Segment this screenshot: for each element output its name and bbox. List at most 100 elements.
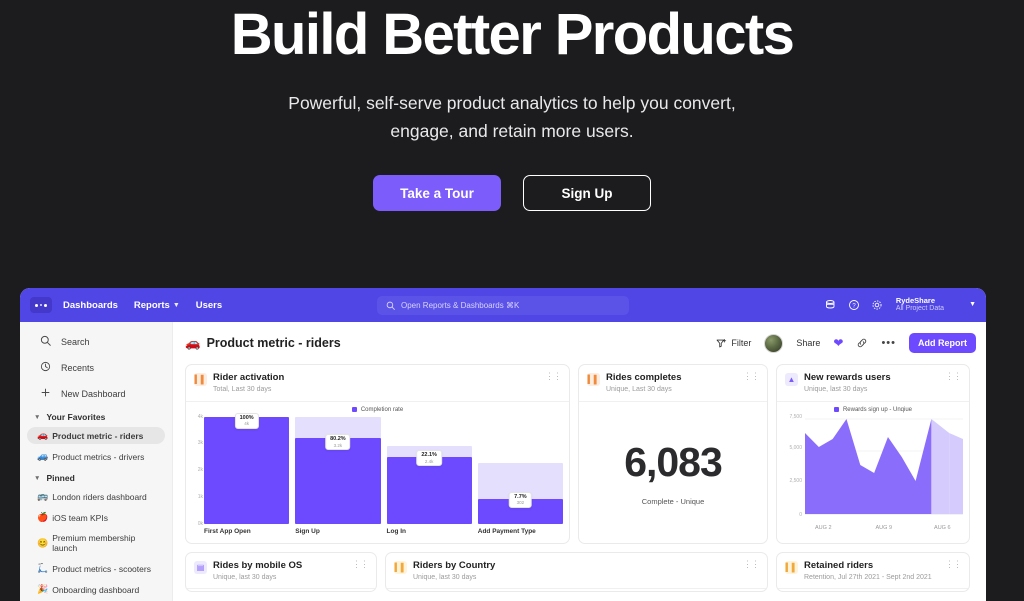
more-icon[interactable]: ••• [881,337,896,349]
app-window: Dashboards Reports ▼ Users Open Reports … [20,288,986,601]
svg-text:?: ? [852,304,856,310]
sidebar-label-product-metrics-drivers: Product metrics - drivers [52,451,145,462]
card-riders-by-country[interactable]: ▍▌ Riders by Country Unique, last 30 day… [385,551,768,592]
card-subtitle: Unique, Last 30 days [606,385,672,393]
bar-tooltip: 100% 4k [234,412,259,429]
sidebar-item-product-metric-riders[interactable]: 🚗 Product metric - riders [27,427,165,444]
bar-category-label: Sign Up [295,527,320,535]
y-tick-2: 5,000 [789,444,802,451]
chart-legend: Rewards sign up - Unqiue [777,402,969,413]
account-switcher[interactable]: RydeShare All Project Data [895,296,945,314]
area-chart: 0 2,500 5,000 7,500 AUG 2 AUG 9 AUG 6 [781,413,963,531]
gear-icon[interactable] [871,299,883,311]
y-tick-0: 0 [799,511,802,518]
bar-chart-icon: ▍▌ [785,560,798,574]
sidebar-section-pinned[interactable]: ▼ Pinned [20,473,172,483]
bar-value-pct: 80.2% [330,436,346,443]
global-search-placeholder: Open Reports & Dashboards ⌘K [401,300,520,310]
card-rides-by-mobile-os[interactable]: ▤ Rides by mobile OS Unique, last 30 day… [185,551,377,592]
bar-tooltip: 80.2% 3.2k [325,434,351,451]
bar-chart-icon: ▍▌ [394,560,407,574]
link-icon[interactable] [856,337,868,349]
area-plot [805,415,963,515]
filter-button[interactable]: Filter [716,338,751,349]
card-title: New rewards users [804,372,891,383]
bar-category-label: Log In [386,527,407,535]
global-search-input[interactable]: Open Reports & Dashboards ⌘K [377,295,629,315]
card-retained-riders[interactable]: ▍▌ Retained riders Retention, Jul 27th 2… [776,551,970,592]
avatar[interactable] [764,333,784,353]
heart-icon[interactable]: ❤ [833,336,843,350]
share-button[interactable]: Share [796,338,820,348]
account-scope: All Project Data [895,305,945,313]
card-subtitle: Unique, last 30 days [213,573,277,581]
big-metric-label: Complete - Unique [641,496,705,506]
page-title: 🚗 Product metric - riders [185,336,341,351]
drag-handle-icon[interactable]: ⋮⋮ [743,559,760,569]
take-a-tour-button[interactable]: Take a Tour [373,175,501,211]
sidebar-label-new-dashboard: New Dashboard [61,389,126,399]
funnel-chart: 4k 3k 2k 1k 0k 100% 4k First App Open 80… [192,412,563,538]
card-subtitle: Unique, last 30 days [804,385,868,393]
sidebar-item-recents[interactable]: Recents [27,358,165,378]
hero-subtitle-line-2: engage, and retain more users. [390,121,634,141]
nav-item-dashboards[interactable]: Dashboards [63,300,118,311]
app-body: Search Recents New Dashboard ▼ Your Favo… [20,322,986,601]
bar-value-count: 4k [244,421,250,427]
sidebar-item-new-dashboard[interactable]: New Dashboard [27,384,165,404]
sidebar-item-product-metrics-drivers[interactable]: 🚙 Product metrics - drivers [27,448,165,465]
dashboard-grid-row-1: ▍▌ Rider activation Total, Last 30 days … [185,364,976,544]
share-label: Share [796,338,821,348]
card-new-rewards-users[interactable]: ▲ New rewards users Unique, last 30 days… [776,364,970,544]
nav-label-dashboards: Dashboards [63,299,118,311]
card-header: ▍▌ Riders by Country Unique, last 30 day… [386,553,767,590]
card-rider-activation[interactable]: ▍▌ Rider activation Total, Last 30 days … [185,364,570,544]
card-subtitle: Total, Last 30 days [213,385,272,393]
sidebar-item-london-riders-dashboard[interactable]: 🚌 London riders dashboard [27,488,165,505]
help-icon[interactable]: ? [848,299,860,311]
drag-handle-icon[interactable]: ⋮⋮ [352,559,369,569]
funnel-step-add-payment-type[interactable]: 7.7% 302 Add Payment Type [477,417,563,538]
card-header: ▍▌ Retained riders Retention, Jul 27th 2… [777,553,969,590]
drag-handle-icon[interactable]: ⋮⋮ [545,372,562,381]
y-tick-3: 7,500 [789,413,802,420]
bar-value-count: 2.4k [424,458,434,464]
big-metric: 6,083 Complete - Unique [579,402,767,543]
search-icon [39,335,52,349]
drag-handle-icon[interactable]: ⋮⋮ [945,559,962,569]
sidebar-item-premium-membership-launch[interactable]: 😊 Premium membership launch [27,530,165,556]
funnel-step-first-app-open[interactable]: 100% 4k First App Open [204,412,290,538]
drag-handle-icon[interactable]: ⋮⋮ [945,372,962,381]
app-logo[interactable] [30,297,52,313]
account-chevron-down-icon[interactable]: ▼ [969,301,976,308]
sidebar-label-product-metric-riders: Product metric - riders [52,430,144,441]
sidebar-item-onboarding-dashboard[interactable]: 🎉 Onboarding dashboard [27,581,165,598]
bar-fill [386,457,472,524]
y-tick-1: 3k [197,440,203,447]
funnel-step-sign-up[interactable]: 80.2% 3.2k Sign Up [295,416,381,538]
funnel-step-log-in[interactable]: 22.1% 2.4k Log In [386,417,472,538]
nav-label-reports: Reports [133,299,170,311]
card-rides-completes[interactable]: ▍▌ Rides completes Unique, Last 30 days … [578,364,768,544]
x-tick-2: AUG 6 [934,524,951,531]
sign-up-button[interactable]: Sign Up [523,175,651,211]
sidebar-item-ios-team-kpis[interactable]: 🍎 iOS team KPIs [27,509,165,526]
add-report-button[interactable]: Add Report [909,333,976,353]
sidebar-section-your-favorites[interactable]: ▼ Your Favorites [20,412,172,422]
sidebar-label-london-riders-dashboard: London riders dashboard [52,491,147,502]
nav-item-users[interactable]: Users [196,300,222,311]
sidebar-label-premium-membership-launch: Premium membership launch [52,533,136,553]
bar-fill [204,416,290,524]
card-title: Retained riders [804,559,874,571]
legend-label: Completion rate [360,406,404,413]
nav-item-reports[interactable]: Reports ▼ [134,300,180,311]
chart-legend: Completion rate [186,402,569,413]
database-icon[interactable] [825,299,837,311]
hero-title: Build Better Products [230,2,795,67]
sidebar-item-search[interactable]: Search [27,332,165,352]
sidebar-item-product-metrics-scooters[interactable]: 🛴 Product metrics - scooters [27,560,165,577]
drag-handle-icon[interactable]: ⋮⋮ [743,372,760,381]
hero-subtitle: Powerful, self-serve product analytics t… [0,89,1024,145]
sidebar-label-onboarding-dashboard: Onboarding dashboard [52,584,140,595]
bar-chart-icon: ▍▌ [587,373,600,386]
